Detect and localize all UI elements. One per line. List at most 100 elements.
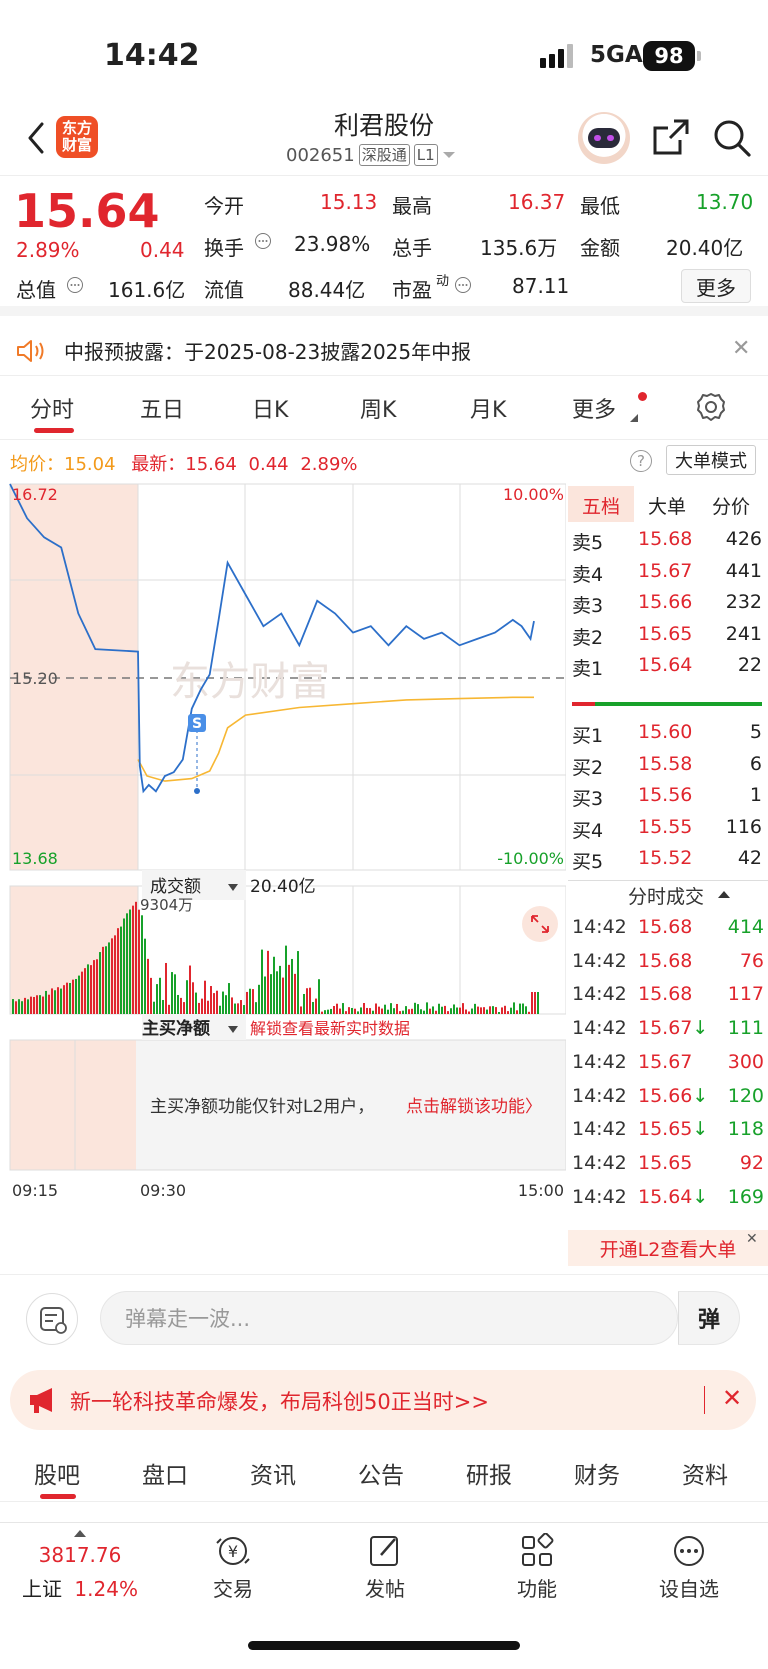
- big-order-mode-button[interactable]: 大单模式: [666, 445, 756, 475]
- ask-row[interactable]: 卖4 15.67 441: [572, 558, 762, 588]
- tab-price-dist[interactable]: 分价: [712, 492, 750, 519]
- ticks-title[interactable]: 分时成交: [628, 882, 704, 909]
- netbuy-unlock-link[interactable]: 解锁查看最新实时数据: [250, 1019, 410, 1038]
- last-pct: 2.89%: [300, 454, 358, 475]
- volume-bar: [405, 1006, 407, 1014]
- nav-add-watchlist[interactable]: 设自选: [634, 1533, 744, 1602]
- robot-face: [588, 128, 620, 148]
- comment-bar: 弹幕走一波... 弹: [0, 1274, 768, 1364]
- stock-code-row[interactable]: 002651 深股通 L1: [286, 144, 456, 166]
- megaphone-icon: [30, 1388, 52, 1413]
- volume-bar: [111, 938, 113, 1014]
- ask-row[interactable]: 卖5 15.68 426: [572, 526, 762, 556]
- low-value: 13.70: [696, 190, 754, 214]
- ask-price: 15.68: [638, 528, 693, 550]
- volume-bar: [243, 1005, 245, 1014]
- tab-profile[interactable]: 资料: [682, 1456, 728, 1490]
- volume-bar: [18, 999, 20, 1014]
- dropdown-caret-icon: [442, 152, 455, 158]
- bid-row[interactable]: 买1 15.60 5: [572, 719, 762, 749]
- tab-more[interactable]: 更多: [572, 392, 616, 424]
- tick-volume: 76: [739, 949, 764, 972]
- gear-icon[interactable]: [696, 392, 726, 422]
- tab-intraday[interactable]: 分时: [30, 392, 74, 424]
- nav-features[interactable]: 功能: [482, 1533, 592, 1602]
- volume-bar: [300, 1006, 302, 1014]
- amount-label: 金额: [580, 236, 620, 260]
- tab-pankou[interactable]: 盘口: [142, 1456, 188, 1490]
- danmu-input[interactable]: 弹幕走一波...: [100, 1291, 678, 1345]
- tab-daily-k[interactable]: 日K: [252, 392, 288, 424]
- volume-bar: [273, 956, 275, 1014]
- volume-bar: [375, 1003, 377, 1014]
- volume-bar: [255, 1002, 257, 1014]
- nav-trade[interactable]: ¥ 交易: [178, 1533, 288, 1602]
- volume-bar: [465, 1009, 467, 1014]
- note-settings-icon[interactable]: [26, 1293, 78, 1345]
- quote-panel: 15.64 2.89% 0.44 总值 161.6亿 今开 15.13 换手 2…: [0, 176, 768, 316]
- info-dots-icon[interactable]: [254, 232, 272, 250]
- close-icon[interactable]: ✕: [722, 1384, 742, 1412]
- volume-bar: [45, 990, 47, 1014]
- help-icon[interactable]: ?: [630, 450, 652, 472]
- promo-banner[interactable]: 新一轮科技革命爆发，布局科创50正当时>> ✕: [10, 1370, 756, 1430]
- tab-news[interactable]: 资讯: [250, 1456, 296, 1490]
- bid-row[interactable]: 买2 15.58 6: [572, 751, 762, 781]
- volume-bar: [78, 975, 80, 1014]
- back-arrow-icon[interactable]: [22, 120, 52, 156]
- tick-volume: 169: [727, 1185, 764, 1208]
- corner-triangle-icon: [630, 414, 638, 422]
- report-notice[interactable]: 中报预披露：于2025-08-23披露2025年中报 ✕: [0, 326, 768, 376]
- volume-bar: [81, 971, 83, 1014]
- tab-five-level[interactable]: 五档: [582, 492, 620, 519]
- expand-button[interactable]: [522, 906, 558, 942]
- tab-five-day[interactable]: 五日: [140, 392, 184, 424]
- volume-bar: [192, 982, 194, 1014]
- volume-bar: [489, 1006, 491, 1014]
- bid-row[interactable]: 买5 15.52 42: [572, 845, 762, 875]
- close-icon[interactable]: ✕: [746, 1231, 758, 1247]
- volume-bar: [528, 1011, 530, 1014]
- bid-row[interactable]: 买3 15.56 1: [572, 782, 762, 812]
- app-logo[interactable]: 东方 财富: [56, 116, 98, 158]
- avg-value: 15.04: [64, 454, 116, 475]
- more-quote-button[interactable]: 更多: [681, 269, 751, 303]
- tab-monthly-k[interactable]: 月K: [470, 392, 506, 424]
- netbuy-unlock-feature[interactable]: 点击解锁该功能〉: [406, 1097, 542, 1117]
- search-icon[interactable]: [712, 118, 752, 158]
- nav-post[interactable]: 发帖: [330, 1533, 440, 1602]
- auction-zone: [10, 1040, 136, 1170]
- tab-announcements[interactable]: 公告: [358, 1456, 404, 1490]
- tab-big-order[interactable]: 大单: [648, 492, 686, 519]
- tab-weekly-k[interactable]: 周K: [360, 392, 396, 424]
- ask-price: 15.65: [638, 622, 693, 645]
- ask-row[interactable]: 卖1 15.64 22: [572, 652, 762, 682]
- volume-bar: [144, 938, 146, 1014]
- tab-guba[interactable]: 股吧: [34, 1456, 80, 1490]
- volume-bar: [417, 1004, 419, 1014]
- assistant-robot-icon[interactable]: [578, 112, 630, 164]
- info-dots-icon[interactable]: [454, 276, 472, 294]
- volume-bar: [378, 1006, 380, 1014]
- info-dots-icon[interactable]: [66, 276, 84, 294]
- avg-label: 均价：: [10, 454, 64, 475]
- l2-banner[interactable]: 开通L2查看大单: [568, 1230, 768, 1266]
- volume-bar: [150, 977, 152, 1014]
- tick-row: 14:42 15.68 117: [572, 981, 764, 1011]
- volume-bar: [240, 1000, 242, 1014]
- volume-bar: [330, 1008, 332, 1014]
- volume-bar: [501, 1007, 503, 1014]
- stock-name: 利君股份: [333, 111, 434, 140]
- tab-research[interactable]: 研报: [466, 1456, 512, 1490]
- intraday-chart[interactable]: 东方财富 S 16.72 15.20 13.68 10.00% -10.00% …: [0, 480, 566, 1270]
- bid-row[interactable]: 买4 15.55 116: [572, 814, 762, 844]
- index-ticker[interactable]: 3817.76 上证 1.24%: [20, 1529, 140, 1602]
- share-icon[interactable]: [652, 118, 690, 156]
- pct-top-label: 10.00%: [503, 485, 564, 504]
- danmu-toggle-button[interactable]: 弹: [678, 1291, 740, 1345]
- ask-row[interactable]: 卖2 15.65 241: [572, 621, 762, 651]
- tick-row: 14:42 15.66↓ 120: [572, 1083, 764, 1113]
- close-icon[interactable]: ✕: [732, 336, 750, 361]
- ask-row[interactable]: 卖3 15.66 232: [572, 589, 762, 619]
- tab-finance[interactable]: 财务: [574, 1456, 620, 1490]
